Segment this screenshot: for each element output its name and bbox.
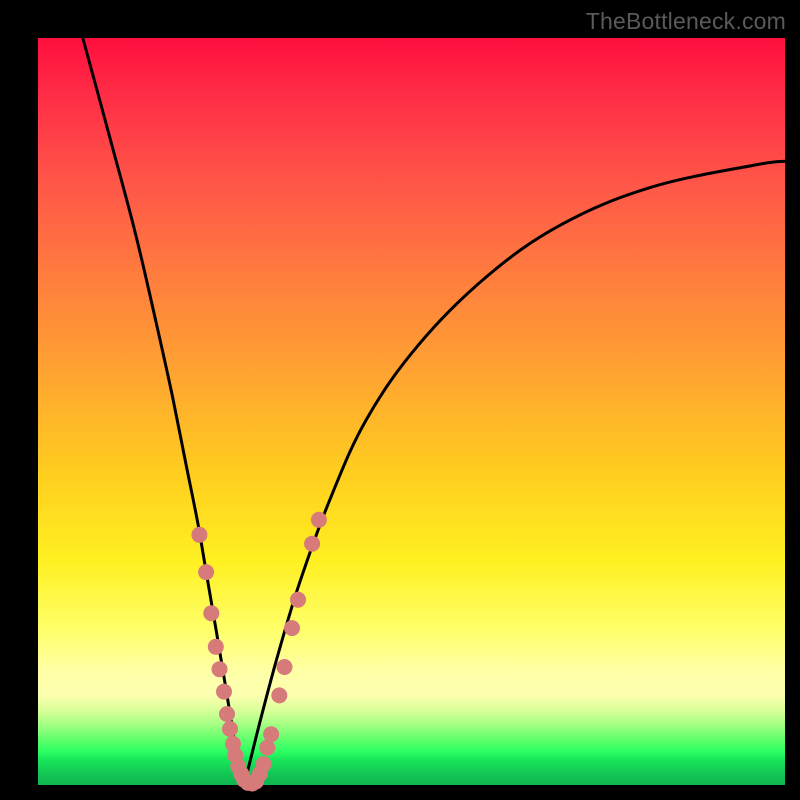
plot-background-gradient (38, 38, 785, 785)
chart-frame: TheBottleneck.com (0, 0, 800, 800)
watermark-text: TheBottleneck.com (586, 8, 786, 35)
